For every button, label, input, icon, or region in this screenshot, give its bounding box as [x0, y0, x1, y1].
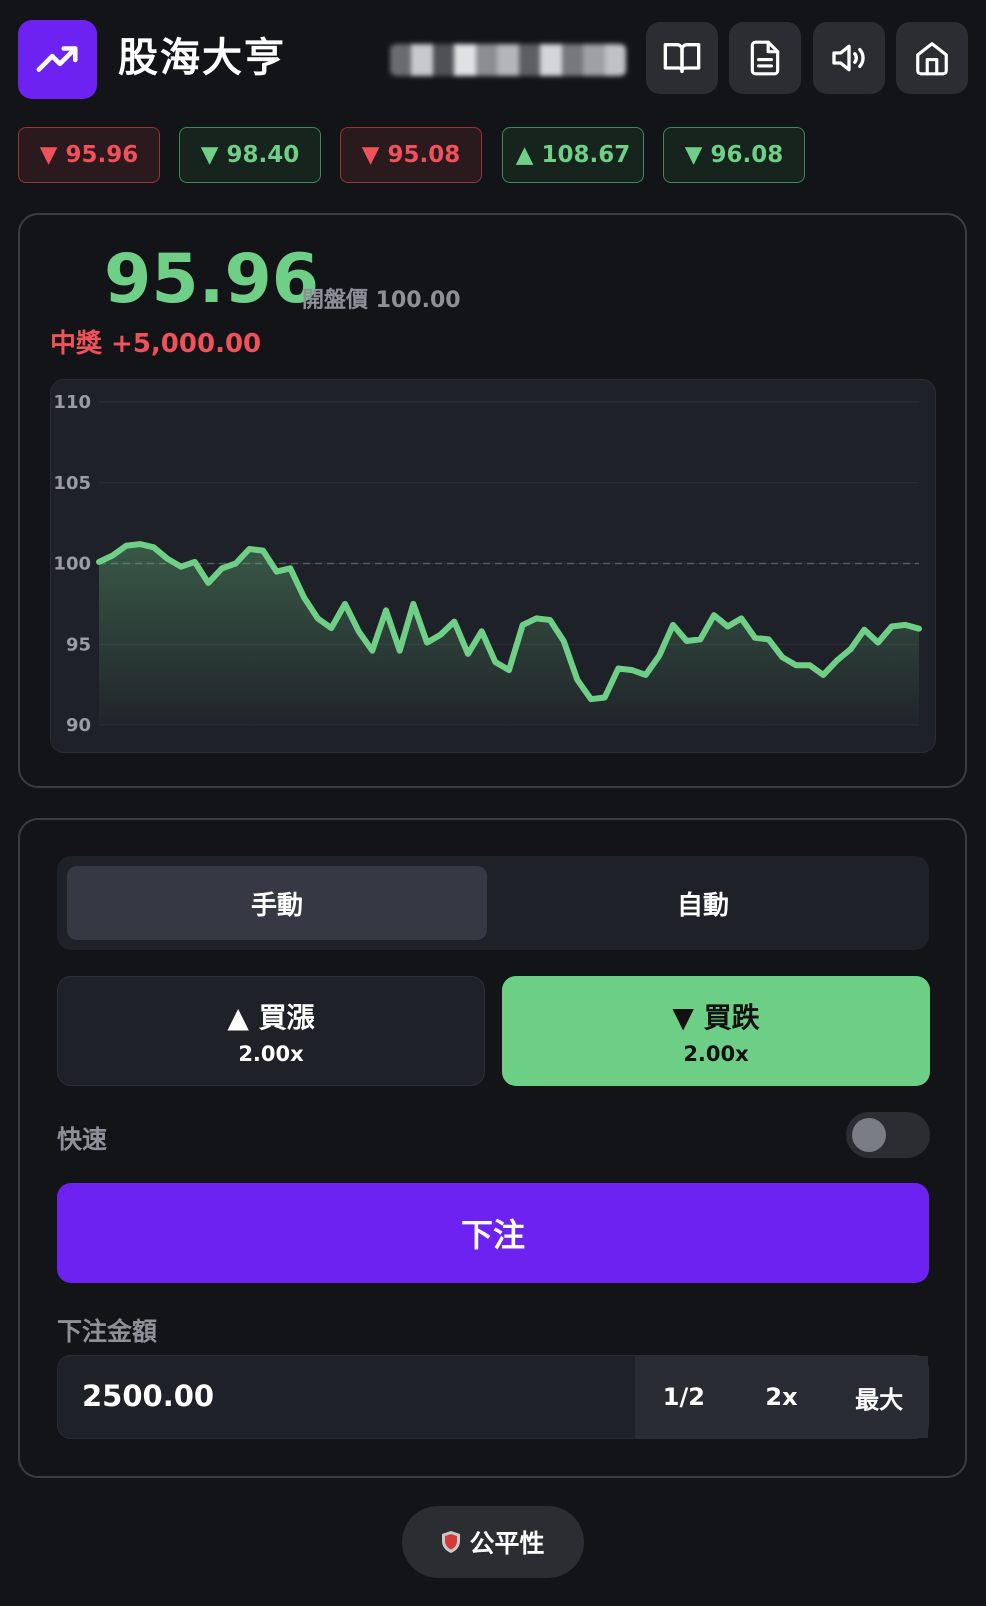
- history-chip: ▼ 96.08: [663, 127, 805, 183]
- open-price-label: 開盤價 100.00: [302, 288, 461, 313]
- document-icon: [750, 40, 780, 76]
- current-price: 95.96: [104, 240, 320, 319]
- book-open-icon: [663, 43, 701, 74]
- y-tick-label: 105: [53, 473, 91, 494]
- toggle-knob: [852, 1118, 886, 1152]
- half-button[interactable]: 1/2: [635, 1356, 733, 1438]
- fairness-label: 公平性: [469, 1529, 545, 1558]
- y-tick-label: 95: [66, 634, 91, 655]
- win-amount: 中獎 +5,000.00: [50, 329, 262, 359]
- buy-up-label: ▲ 買漲: [227, 1001, 315, 1034]
- bet-amount-label: 下注金額: [57, 1317, 158, 1346]
- buy-up-button[interactable]: ▲ 買漲 2.00x: [57, 976, 485, 1086]
- buy-up-multiplier: 2.00x: [238, 1042, 304, 1066]
- buy-down-multiplier: 2.00x: [683, 1042, 749, 1066]
- y-tick-label: 100: [53, 554, 91, 575]
- app-logo: [18, 20, 97, 99]
- history-chip: ▲ 108.67: [502, 127, 644, 183]
- amount-actions: 1/2 2x 最大: [635, 1356, 928, 1438]
- tab-auto[interactable]: 自動: [487, 866, 919, 940]
- rules-button[interactable]: [646, 22, 718, 94]
- place-bet-button[interactable]: 下注: [57, 1183, 929, 1283]
- home-icon: [916, 42, 948, 76]
- bet-amount-input[interactable]: 2500.00: [82, 1374, 214, 1418]
- home-button[interactable]: [896, 22, 968, 94]
- buy-down-label: ▼ 買跌: [672, 1001, 760, 1034]
- history-chip: ▼ 98.40: [179, 127, 321, 183]
- buy-down-button[interactable]: ▼ 買跌 2.00x: [502, 976, 930, 1086]
- trending-up-icon: [36, 45, 78, 72]
- double-button[interactable]: 2x: [733, 1356, 831, 1438]
- y-tick-label: 110: [53, 392, 91, 413]
- price-chart: 110 105 100 95 90: [50, 379, 936, 753]
- app-title: 股海大亨: [118, 35, 286, 81]
- sound-button[interactable]: [813, 22, 885, 94]
- y-tick-label: 90: [66, 715, 91, 736]
- price-chart-svg: 110 105 100 95 90: [53, 392, 922, 736]
- blurred-balance: [390, 44, 626, 76]
- history-chip: ▼ 95.08: [340, 127, 482, 183]
- history-button[interactable]: [729, 22, 801, 94]
- fairness-button[interactable]: 公平性: [402, 1506, 584, 1578]
- volume-icon: [832, 44, 865, 72]
- tab-manual[interactable]: 手動: [67, 866, 487, 940]
- history-chip: ▼ 95.96: [18, 127, 160, 183]
- shield-icon: [442, 1531, 461, 1553]
- fast-mode-label: 快速: [57, 1125, 108, 1154]
- max-button[interactable]: 最大: [830, 1356, 928, 1438]
